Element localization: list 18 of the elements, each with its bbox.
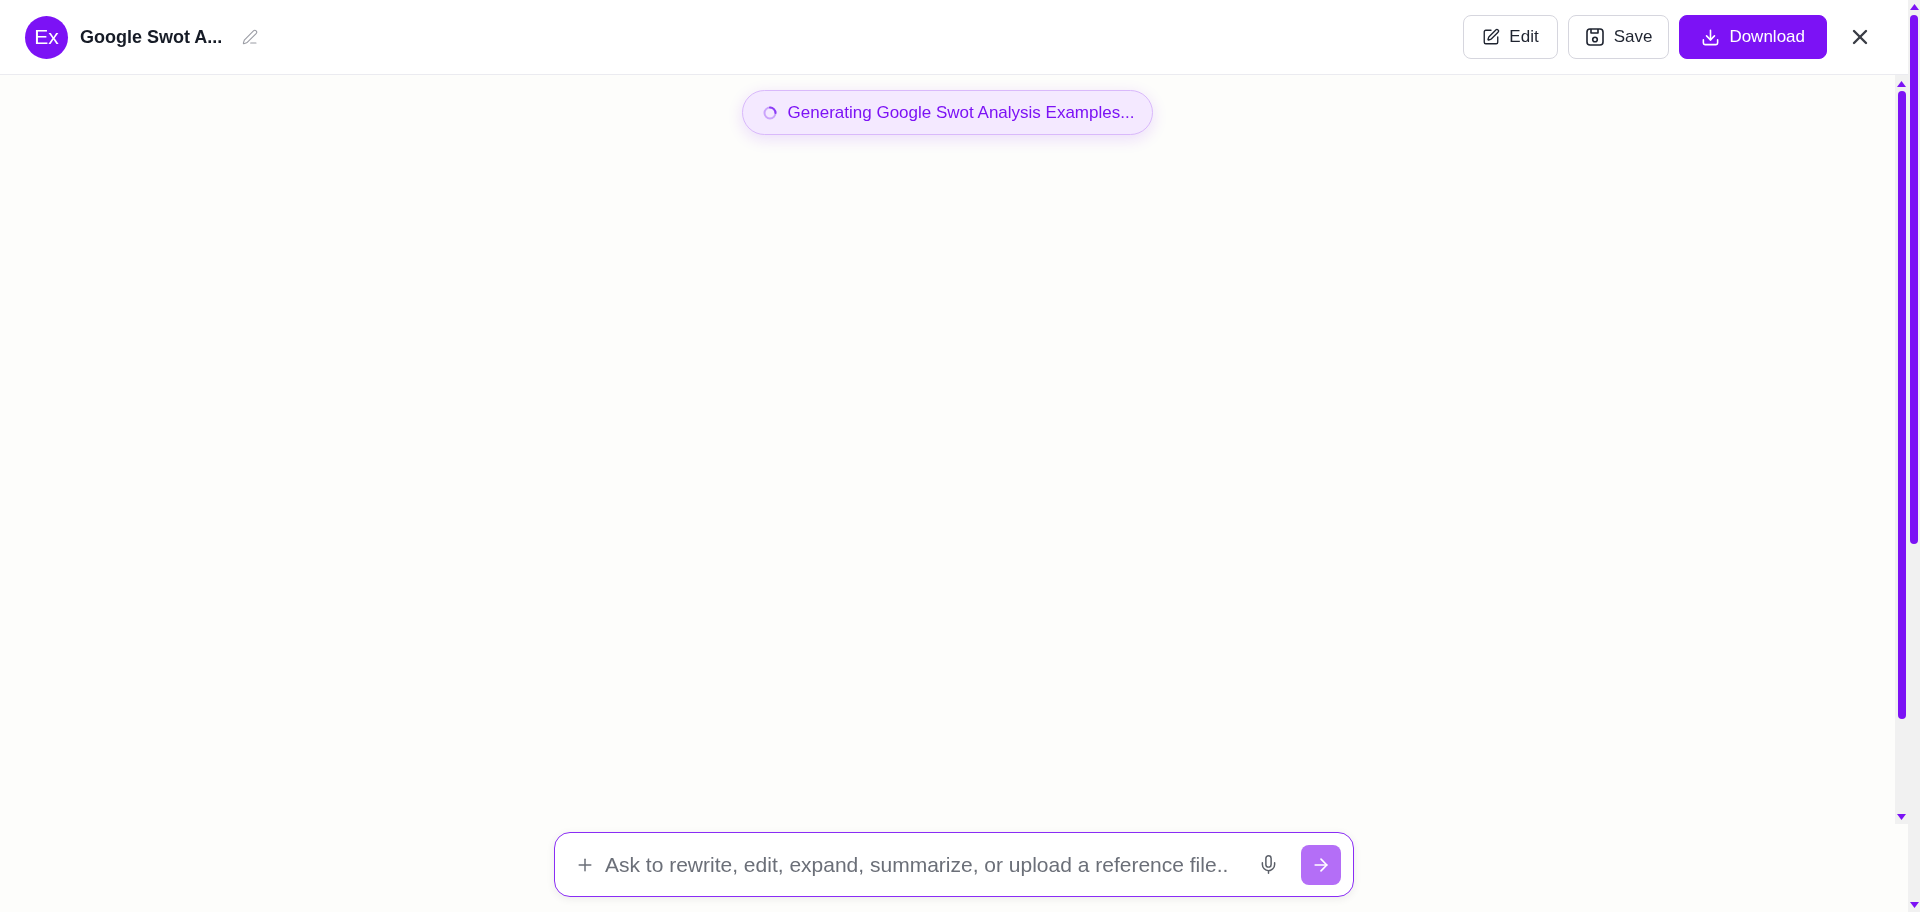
scroll-up-arrow-icon[interactable] <box>1909 4 1919 10</box>
scroll-up-arrow-icon[interactable] <box>1897 81 1906 87</box>
scroll-down-arrow-icon[interactable] <box>1897 814 1906 820</box>
save-icon <box>1584 27 1605 47</box>
download-button[interactable]: Download <box>1679 15 1827 59</box>
scrollbar-thumb[interactable] <box>1897 91 1906 719</box>
edit-icon <box>1482 28 1501 46</box>
document-title: Google Swot A... <box>80 26 223 48</box>
edit-button[interactable]: Edit <box>1463 15 1558 59</box>
message-field[interactable]: Ask to rewrite, edit, expand, summarize, or upload a reference file.. <box>554 832 1354 897</box>
pencil-icon <box>242 29 259 45</box>
status-text: Generating Google Swot Analysis Examples... <box>787 102 1135 123</box>
logo-avatar: Ex <box>25 15 68 59</box>
scrollbar-thumb[interactable] <box>1910 15 1918 544</box>
download-icon <box>1701 27 1721 47</box>
save-button[interactable]: Save <box>1567 15 1670 59</box>
scroll-down-arrow-icon[interactable] <box>1909 902 1919 908</box>
message-input[interactable]: Ask to rewrite, edit, expand, summarize, or upload a reference file.. <box>605 852 1244 877</box>
